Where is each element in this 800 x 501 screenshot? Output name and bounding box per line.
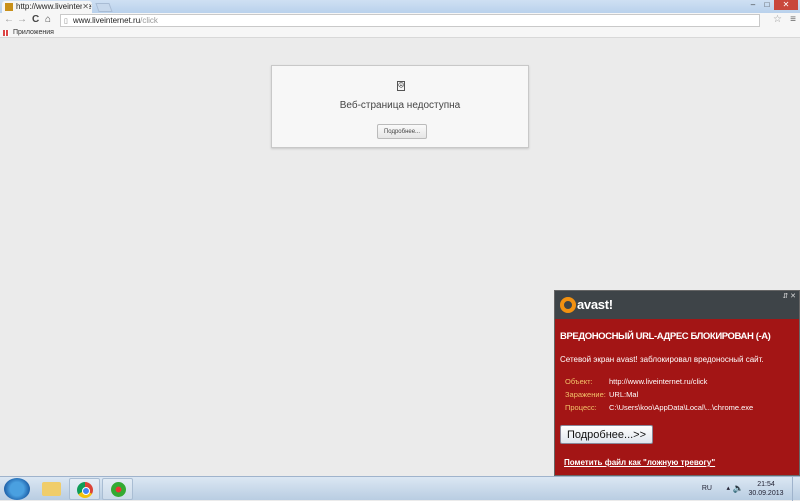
apps-icon bbox=[3, 30, 9, 36]
close-window-icon[interactable]: ✕ bbox=[774, 0, 798, 10]
clock-date: 30.09.2013 bbox=[748, 490, 784, 497]
tray-expand-icon[interactable]: ▴ bbox=[726, 484, 730, 492]
alert-description: Сетевой экран avast! заблокировал вредон… bbox=[560, 355, 764, 364]
browser-toolbar: ← → C ⌂ ▯ www.liveinternet.ru/click ☆ ≡ bbox=[0, 13, 800, 28]
detail-row: Заражение: URL:Mal bbox=[565, 390, 639, 399]
chrome-taskbar-icon[interactable] bbox=[69, 478, 100, 500]
close-popup-icon[interactable]: ⇵ ✕ bbox=[782, 292, 796, 300]
menu-icon[interactable]: ≡ bbox=[790, 14, 796, 25]
browser-tab[interactable]: http://www.liveinternet.ru/click ✕ bbox=[2, 1, 92, 13]
address-bar[interactable]: ▯ www.liveinternet.ru/click bbox=[60, 14, 760, 27]
language-indicator[interactable]: RU bbox=[702, 485, 712, 492]
error-message: Веб-страница недоступна bbox=[339, 100, 461, 111]
clock-time: 21:54 bbox=[757, 481, 775, 488]
home-icon[interactable]: ⌂ bbox=[45, 14, 51, 25]
system-tray: RU ▴ 🔈 21:54 30.09.2013 bbox=[690, 477, 800, 501]
clock[interactable]: 21:54 30.09.2013 bbox=[744, 480, 788, 498]
reload-icon[interactable]: C bbox=[32, 14, 39, 25]
show-desktop-button[interactable] bbox=[792, 477, 800, 501]
avast-brand: avast! bbox=[577, 297, 613, 312]
explorer-taskbar-icon[interactable] bbox=[36, 478, 67, 500]
details-button[interactable]: Подробнее... bbox=[377, 124, 427, 139]
bookmarks-bar: Приложения bbox=[0, 28, 800, 38]
page-icon: ▯ bbox=[64, 18, 68, 25]
alert-title: ВРЕДОНОСНЫЙ URL-АДРЕС БЛОКИРОВАН (-А) bbox=[560, 331, 771, 342]
avast-logo-icon bbox=[560, 297, 576, 313]
sad-page-icon: ☹ bbox=[397, 81, 405, 91]
apps-bookmark[interactable]: Приложения bbox=[13, 29, 54, 36]
detail-row: Процесс: C:\Users\koo\AppData\Local\...\c… bbox=[565, 403, 754, 412]
error-box: ☹ Веб-страница недоступна Подробнее... bbox=[271, 65, 529, 148]
new-tab-button[interactable] bbox=[95, 3, 113, 12]
more-info-button[interactable]: Подробнее...>> bbox=[560, 425, 653, 444]
detail-row: Объект: http://www.liveinternet.ru/click bbox=[565, 377, 708, 386]
forward-icon[interactable]: → bbox=[17, 14, 27, 25]
back-icon[interactable]: ← bbox=[4, 14, 14, 25]
icq-taskbar-icon[interactable] bbox=[102, 478, 133, 500]
avast-header: avast! ⇵ ✕ bbox=[555, 291, 799, 319]
url-host: www.liveinternet.ru bbox=[73, 16, 141, 25]
title-bar: http://www.liveinternet.ru/click ✕ – □ ✕ bbox=[0, 0, 800, 13]
maximize-icon[interactable]: □ bbox=[760, 0, 774, 10]
volume-icon[interactable]: 🔈 bbox=[733, 483, 744, 494]
start-button[interactable] bbox=[4, 478, 30, 500]
favicon-icon bbox=[5, 3, 13, 11]
taskbar: RU ▴ 🔈 21:54 30.09.2013 bbox=[0, 476, 800, 501]
tab-title: http://www.liveinternet.ru/click bbox=[16, 2, 92, 11]
false-positive-link[interactable]: Пометить файл как "ложную тревогу" bbox=[564, 458, 715, 467]
bookmark-star-icon[interactable]: ☆ bbox=[773, 14, 782, 25]
avast-popup: avast! ⇵ ✕ ВРЕДОНОСНЫЙ URL-АДРЕС БЛОКИРО… bbox=[554, 290, 800, 476]
url-path: /click bbox=[140, 16, 158, 25]
minimize-icon[interactable]: – bbox=[746, 0, 760, 10]
close-tab-icon[interactable]: ✕ bbox=[82, 1, 89, 13]
